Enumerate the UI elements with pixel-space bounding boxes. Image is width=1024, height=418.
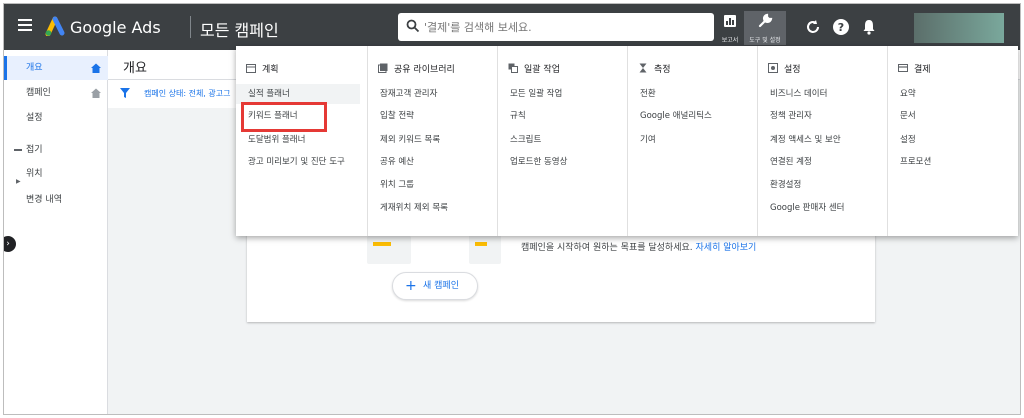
sidebar-item-label: 변경 내역 bbox=[26, 195, 62, 205]
bell-icon[interactable] bbox=[860, 18, 878, 36]
sidebar-item-change-history[interactable]: 변경 내역 bbox=[4, 188, 108, 212]
menu-item-placement-exclusions[interactable]: 게재위치 제외 목록 bbox=[368, 198, 448, 218]
menu-item-policy-manager[interactable]: 정책 관리자 bbox=[758, 106, 812, 126]
menu-heading: 계획 bbox=[246, 62, 279, 75]
brand-name: Google Ads bbox=[70, 18, 161, 37]
menu-column-shared-library: 공유 라이브러리 잠재고객 관리자 입찰 전략 제외 키워드 목록 공유 예산 … bbox=[368, 46, 498, 236]
refresh-icon[interactable] bbox=[804, 18, 822, 36]
menu-item-negative-keywords[interactable]: 제외 키워드 목록 bbox=[368, 130, 440, 150]
tools-menu: 계획 실적 플래너 키워드 플래너 도달범위 플래너 광고 미리보기 및 진단 … bbox=[236, 46, 1018, 236]
svg-text:?: ? bbox=[838, 21, 844, 34]
menu-heading: 결제 bbox=[898, 62, 931, 75]
sidebar-item-overview[interactable]: 개요 bbox=[4, 56, 108, 80]
menu-item-attribution[interactable]: 기여 bbox=[628, 130, 656, 150]
menu-item-access-security[interactable]: 계정 액세스 및 보안 bbox=[758, 130, 841, 150]
sidebar-item-label: 개요 bbox=[26, 63, 43, 73]
card-icon bbox=[898, 64, 908, 72]
menu-heading: 일괄 작업 bbox=[508, 62, 560, 75]
menu-item-scripts[interactable]: 스크립트 bbox=[498, 130, 541, 150]
empty-state-message: 캠페인을 시작하여 원하는 목표를 달성하세요. bbox=[521, 243, 693, 253]
menu-item-business-data[interactable]: 비즈니스 데이터 bbox=[758, 84, 827, 104]
home-icon bbox=[91, 63, 101, 73]
menu-item-promotions[interactable]: 프로모션 bbox=[888, 152, 931, 172]
menu-item-conversions[interactable]: 전환 bbox=[628, 84, 656, 104]
google-ads-logo[interactable] bbox=[44, 16, 66, 40]
menu-item-bid-strategies[interactable]: 입찰 전략 bbox=[368, 106, 414, 126]
empty-state-text: 캠페인을 시작하여 원하는 목표를 달성하세요. 자세히 알아보기 bbox=[521, 242, 761, 255]
menu-item-preferences[interactable]: 환경설정 bbox=[758, 175, 801, 195]
bulk-icon bbox=[508, 63, 518, 73]
menu-item-performance-planner[interactable]: 실적 플래너 bbox=[236, 84, 360, 104]
title-divider bbox=[190, 16, 191, 38]
menu-item-rules[interactable]: 규칙 bbox=[498, 106, 526, 126]
sidebar-item-locations[interactable]: ▶ 위치 bbox=[4, 162, 108, 186]
search-box[interactable] bbox=[398, 13, 714, 41]
reports-button[interactable]: 보고서 bbox=[716, 11, 744, 45]
search-input[interactable] bbox=[424, 13, 706, 41]
filter-bar[interactable]: 캠페인 상태: 전체, 광고그 bbox=[108, 80, 238, 108]
reports-icon bbox=[724, 15, 736, 27]
menu-item-billing-settings[interactable]: 설정 bbox=[888, 130, 916, 150]
menu-column-measurement: 측정 전환 Google 애널리틱스 기여 bbox=[628, 46, 758, 236]
menu-item-google-analytics[interactable]: Google 애널리틱스 bbox=[628, 106, 712, 126]
sidebar-item-settings[interactable]: 설정 bbox=[4, 106, 108, 130]
menu-item-shared-budgets[interactable]: 공유 예산 bbox=[368, 152, 414, 172]
menu-column-billing: 결제 요약 문서 설정 프로모션 bbox=[888, 46, 1018, 236]
menu-item-reach-planner[interactable]: 도달범위 플래너 bbox=[236, 130, 305, 150]
sidebar-item-label: 설정 bbox=[26, 113, 43, 123]
menu-item-documents[interactable]: 문서 bbox=[888, 106, 916, 126]
menu-item-uploaded-videos[interactable]: 업로드한 동영상 bbox=[498, 152, 567, 172]
learn-more-link[interactable]: 자세히 알아보기 bbox=[696, 243, 757, 253]
menu-column-bulk-actions: 일괄 작업 모든 일괄 작업 규칙 스크립트 업로드한 동영상 bbox=[498, 46, 628, 236]
menu-item-all-bulk-actions[interactable]: 모든 일괄 작업 bbox=[498, 84, 562, 104]
hourglass-icon bbox=[639, 63, 647, 73]
home-icon bbox=[91, 88, 101, 98]
sidebar-item-label: 접기 bbox=[26, 145, 43, 155]
menu-icon[interactable] bbox=[18, 19, 32, 31]
page-title: 모든 캠페인 bbox=[200, 21, 279, 40]
menu-heading: 설정 bbox=[768, 62, 801, 75]
main-title: 개요 bbox=[123, 61, 147, 76]
menu-item-merchant-center[interactable]: Google 판매자 센터 bbox=[758, 198, 844, 218]
top-bar: Google Ads 모든 캠페인 보고서 도구 및 설정 bbox=[4, 4, 1020, 50]
wrench-icon bbox=[758, 13, 773, 28]
menu-heading: 공유 라이브러리 bbox=[378, 62, 455, 75]
tools-label: 도구 및 설정 bbox=[749, 37, 781, 44]
illustration bbox=[469, 234, 501, 264]
menu-item-ad-preview[interactable]: 광고 미리보기 및 진단 도구 bbox=[236, 152, 345, 172]
account-avatar[interactable] bbox=[914, 13, 1004, 43]
app-frame: Google Ads 모든 캠페인 보고서 도구 및 설정 bbox=[3, 3, 1021, 415]
menu-column-setup: 설정 비즈니스 데이터 정책 관리자 계정 액세스 및 보안 연결된 계정 환경… bbox=[758, 46, 888, 236]
filter-text: 캠페인 상태: 전체, 광고그 bbox=[144, 89, 231, 98]
menu-heading: 측정 bbox=[638, 62, 671, 75]
illustration bbox=[367, 236, 411, 264]
sidebar-item-label: 캠페인 bbox=[26, 88, 51, 98]
calendar-icon bbox=[246, 64, 256, 73]
sidebar-item-label: 위치 bbox=[26, 169, 43, 179]
new-campaign-label: 새 캠페인 bbox=[423, 281, 459, 291]
sidebar: 개요 캠페인 설정 접기 ▶ 위치 변경 내역 bbox=[4, 50, 108, 414]
menu-item-summary[interactable]: 요약 bbox=[888, 84, 916, 104]
help-icon[interactable]: ? bbox=[832, 18, 850, 36]
settings-icon bbox=[768, 63, 778, 73]
menu-item-audience-manager[interactable]: 잠재고객 관리자 bbox=[368, 84, 437, 104]
menu-item-linked-accounts[interactable]: 연결된 계정 bbox=[758, 152, 812, 172]
new-campaign-button[interactable]: + 새 캠페인 bbox=[392, 272, 478, 300]
menu-item-location-groups[interactable]: 위치 그룹 bbox=[368, 175, 414, 195]
empty-state-card: 캠페인을 시작하여 원하는 목표를 달성하세요. 자세히 알아보기 + 새 캠페… bbox=[247, 234, 875, 322]
sidebar-item-collapse[interactable]: 접기 bbox=[4, 138, 108, 162]
tools-button[interactable]: 도구 및 설정 bbox=[744, 11, 786, 45]
collapse-icon bbox=[14, 149, 22, 151]
plus-icon: + bbox=[405, 278, 417, 294]
search-icon bbox=[406, 19, 420, 33]
highlight-box bbox=[241, 102, 327, 132]
library-icon bbox=[378, 63, 388, 73]
filter-icon bbox=[120, 88, 130, 98]
menu-column-planning: 계획 실적 플래너 키워드 플래너 도달범위 플래너 광고 미리보기 및 진단 … bbox=[236, 46, 368, 236]
sidebar-item-campaigns[interactable]: 캠페인 bbox=[4, 81, 108, 105]
reports-label: 보고서 bbox=[721, 37, 739, 44]
